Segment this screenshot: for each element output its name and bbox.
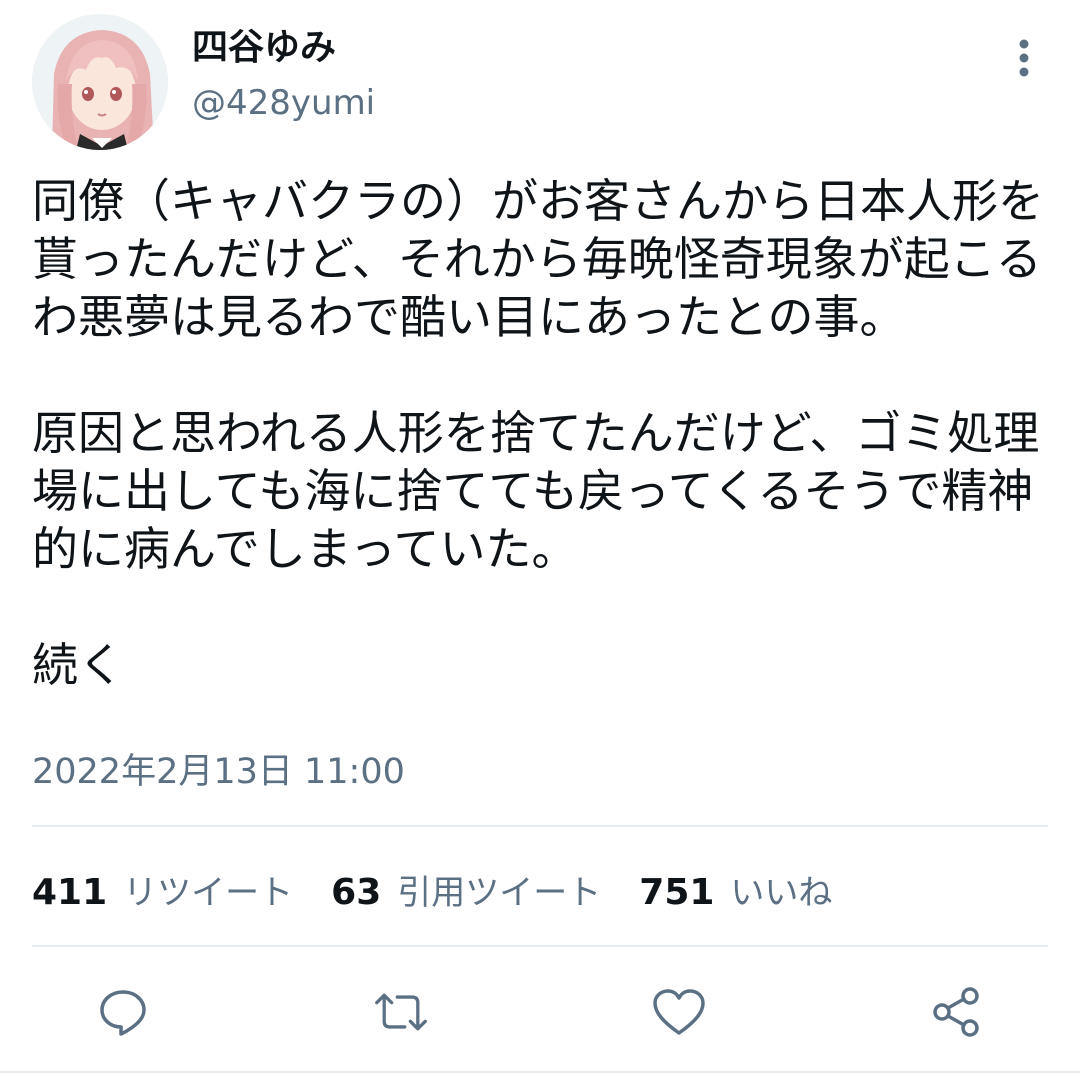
- tweet-text: 同僚（キャバクラの）がお客さんから日本人形を貰ったんだけど、それから毎晩怪奇現象…: [32, 172, 1048, 694]
- more-options-button[interactable]: [1002, 36, 1046, 80]
- retweet-count: 411: [32, 871, 108, 913]
- retweet-icon: [375, 993, 427, 1031]
- heart-icon: [653, 989, 705, 1035]
- reply-icon: [100, 990, 146, 1036]
- quote-tweet-count: 63: [331, 871, 382, 913]
- more-vertical-icon: [1019, 39, 1029, 77]
- quote-tweet-count-stat[interactable]: 63 引用ツイート: [331, 865, 601, 914]
- tweet-paragraph: 原因と思われる人形を捨てたんだけど、ゴミ処理場に出しても海に捨てても戻ってくるそ…: [32, 406, 1040, 576]
- share-icon: [933, 987, 979, 1037]
- like-count-stat[interactable]: 751 いいね: [639, 865, 832, 914]
- tweet-paragraph: 続く: [32, 638, 124, 692]
- author-display-name[interactable]: 四谷ゆみ: [192, 26, 336, 70]
- share-button[interactable]: [929, 984, 985, 1040]
- reply-button[interactable]: [95, 984, 151, 1040]
- tweet-header: 四谷ゆみ @428yumi: [0, 0, 1080, 160]
- like-label: いいね: [730, 872, 833, 913]
- divider: [0, 1071, 1080, 1073]
- like-button[interactable]: [651, 984, 707, 1040]
- divider: [32, 945, 1048, 947]
- tweet-paragraph: 同僚（キャバクラの）がお客さんから日本人形を貰ったんだけど、それから毎晩怪奇現象…: [32, 174, 1044, 344]
- avatar[interactable]: [32, 14, 168, 150]
- quote-tweet-label: 引用ツイート: [397, 872, 602, 913]
- retweet-label: リツイート: [123, 872, 294, 913]
- tweet-timestamp[interactable]: 2022年2月13日 11:00: [32, 750, 405, 794]
- divider: [32, 825, 1048, 827]
- retweet-count-stat[interactable]: 411 リツイート: [32, 865, 293, 914]
- tweet-actions: [0, 976, 1080, 1046]
- retweet-button[interactable]: [373, 984, 429, 1040]
- engagement-stats: 411 リツイート 63 引用ツイート 751 いいね: [32, 864, 870, 914]
- avatar-image: [32, 14, 168, 150]
- author-handle[interactable]: @428yumi: [192, 82, 375, 124]
- like-count: 751: [639, 871, 715, 913]
